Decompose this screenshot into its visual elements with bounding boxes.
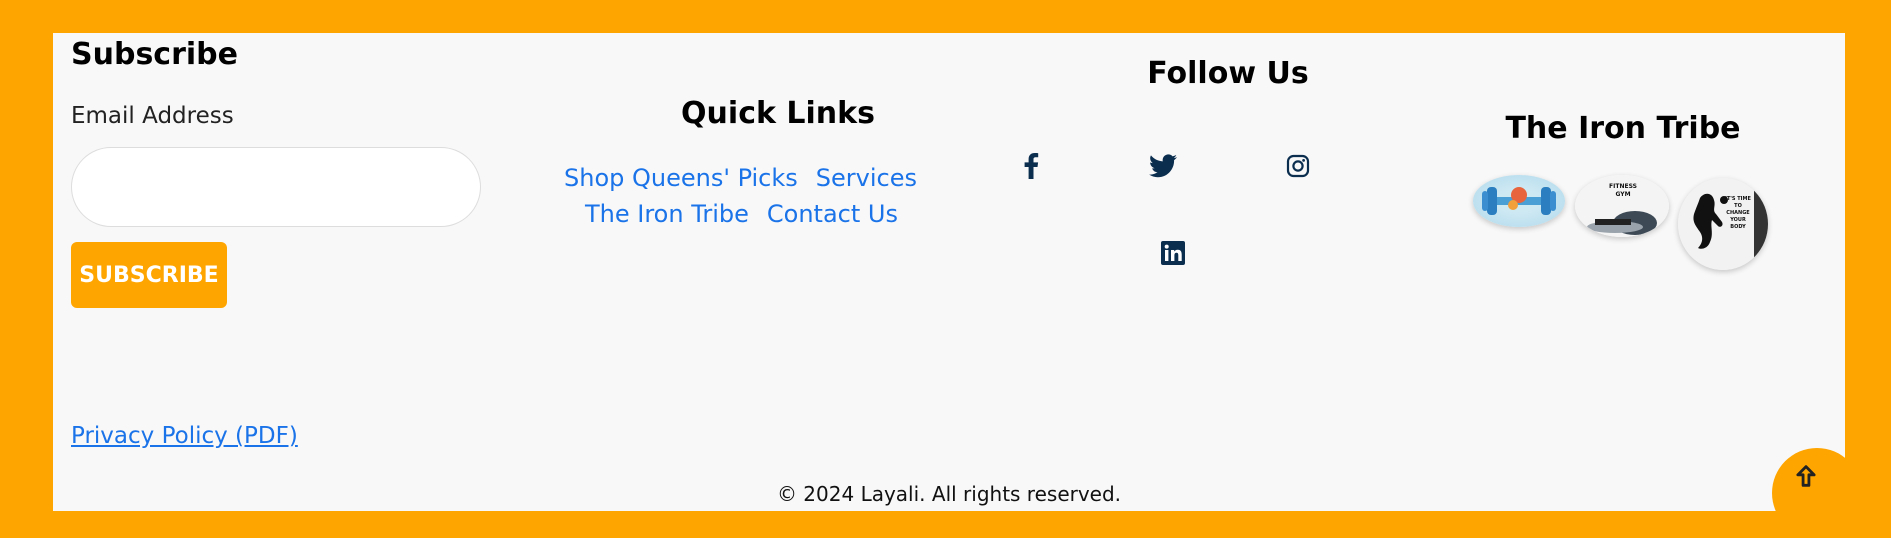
email-field[interactable] <box>71 147 481 227</box>
twitter-icon[interactable] <box>1148 151 1178 181</box>
tribe-photo-fitness-gym[interactable]: FITNESS GYM <box>1575 175 1669 237</box>
subscribe-title: Subscribe <box>71 37 238 72</box>
privacy-policy-link[interactable]: Privacy Policy (PDF) <box>71 423 298 449</box>
link-iron-tribe[interactable]: The Iron Tribe <box>585 200 749 228</box>
tribe-photo-dumbbell[interactable] <box>1473 175 1565 227</box>
iron-tribe-title: The Iron Tribe <box>1505 111 1741 146</box>
copyright-text: © 2024 Layali. All rights reserved. <box>776 482 1122 506</box>
facebook-icon[interactable] <box>1016 151 1046 181</box>
follow-us-title: Follow Us <box>1147 56 1309 91</box>
quick-links-row: Shop Queens' Picks Services <box>564 164 917 192</box>
link-contact-us[interactable]: Contact Us <box>767 200 898 228</box>
tribe-photo-change-your-body[interactable]: IT'S TIME TO CHANGE YOUR BODY <box>1678 178 1768 270</box>
arrow-up-icon <box>1796 465 1816 487</box>
email-label: Email Address <box>71 103 234 129</box>
quick-links-title: Quick Links <box>681 96 875 131</box>
link-shop-queens-picks[interactable]: Shop Queens' Picks <box>564 164 798 192</box>
footer-panel: Subscribe Email Address SUBSCRIBE Quick … <box>53 33 1845 511</box>
photo-caption: FITNESS GYM <box>1609 183 1637 198</box>
photo-caption: IT'S TIME TO CHANGE YOUR BODY <box>1725 196 1751 230</box>
scroll-to-top-button[interactable] <box>1772 448 1862 538</box>
subscribe-button[interactable]: SUBSCRIBE <box>71 242 227 308</box>
quick-links-row: The Iron Tribe Contact Us <box>585 200 898 228</box>
instagram-icon[interactable] <box>1283 151 1313 181</box>
link-services[interactable]: Services <box>816 164 917 192</box>
linkedin-icon[interactable] <box>1158 238 1188 268</box>
